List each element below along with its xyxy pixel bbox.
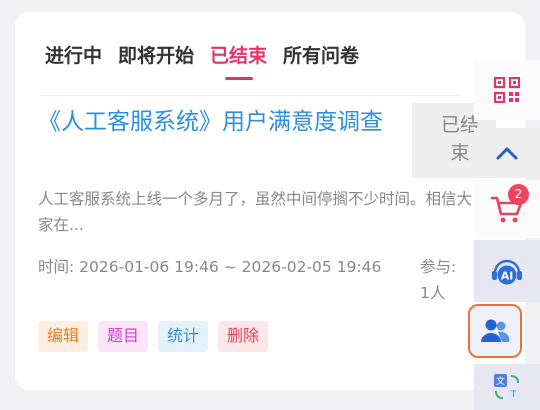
active-tab-underline [224, 77, 253, 80]
survey-description: 人工客服系统上线一个多月了，虽然中间停搁不少时间。相信大家在... [38, 190, 473, 234]
cart-count-badge: 2 [508, 184, 529, 205]
divider [40, 95, 460, 96]
time-label: 时间: [38, 258, 75, 276]
delete-button[interactable]: 删除 [218, 321, 269, 352]
svg-text:文: 文 [496, 375, 505, 387]
tab-label: 已结束 [210, 45, 268, 67]
ai-assistant-button[interactable]: AI [474, 240, 540, 302]
svg-text:AI: AI [501, 270, 514, 283]
participants-count: 参与: 1人 [420, 258, 457, 302]
translate-icon: 文 T [494, 374, 520, 400]
edit-button[interactable]: 编辑 [38, 321, 89, 352]
qr-code-button[interactable] [474, 60, 540, 120]
tab-label: 进行中 [45, 45, 103, 67]
qr-code-icon [494, 77, 520, 103]
users-button[interactable] [468, 304, 522, 358]
stats-button[interactable]: 统计 [158, 321, 209, 352]
cart-button[interactable]: 2 [474, 180, 540, 238]
tab-ongoing[interactable]: 进行中 [45, 43, 102, 73]
questions-button[interactable]: 题目 [98, 321, 149, 352]
tab-label: 所有问卷 [283, 45, 360, 67]
svg-text:T: T [510, 390, 517, 400]
chevron-up-icon [496, 147, 518, 160]
time-range: 2026-01-06 19:46 ~ 2026-02-05 19:46 [79, 258, 382, 276]
survey-actions: 编辑 题目 统计 删除 [38, 321, 269, 352]
ai-assistant-icon: AI [492, 259, 522, 285]
tab-all-surveys[interactable]: 所有问卷 [283, 43, 359, 73]
survey-title[interactable]: 《人工客服系统》用户满意度调查 [38, 104, 403, 140]
survey-time: 时间: 2026-01-06 19:46 ~ 2026-02-05 19:46 [38, 254, 388, 280]
tab-ended[interactable]: 已结束 [210, 43, 268, 80]
back-to-top-button[interactable] [474, 128, 540, 178]
survey-tabs: 进行中 即将开始 已结束 所有问卷 [45, 43, 359, 80]
tab-label: 即将开始 [118, 45, 195, 67]
tab-upcoming[interactable]: 即将开始 [118, 43, 194, 73]
users-icon [481, 319, 510, 342]
translate-button[interactable]: 文 T [474, 364, 540, 410]
